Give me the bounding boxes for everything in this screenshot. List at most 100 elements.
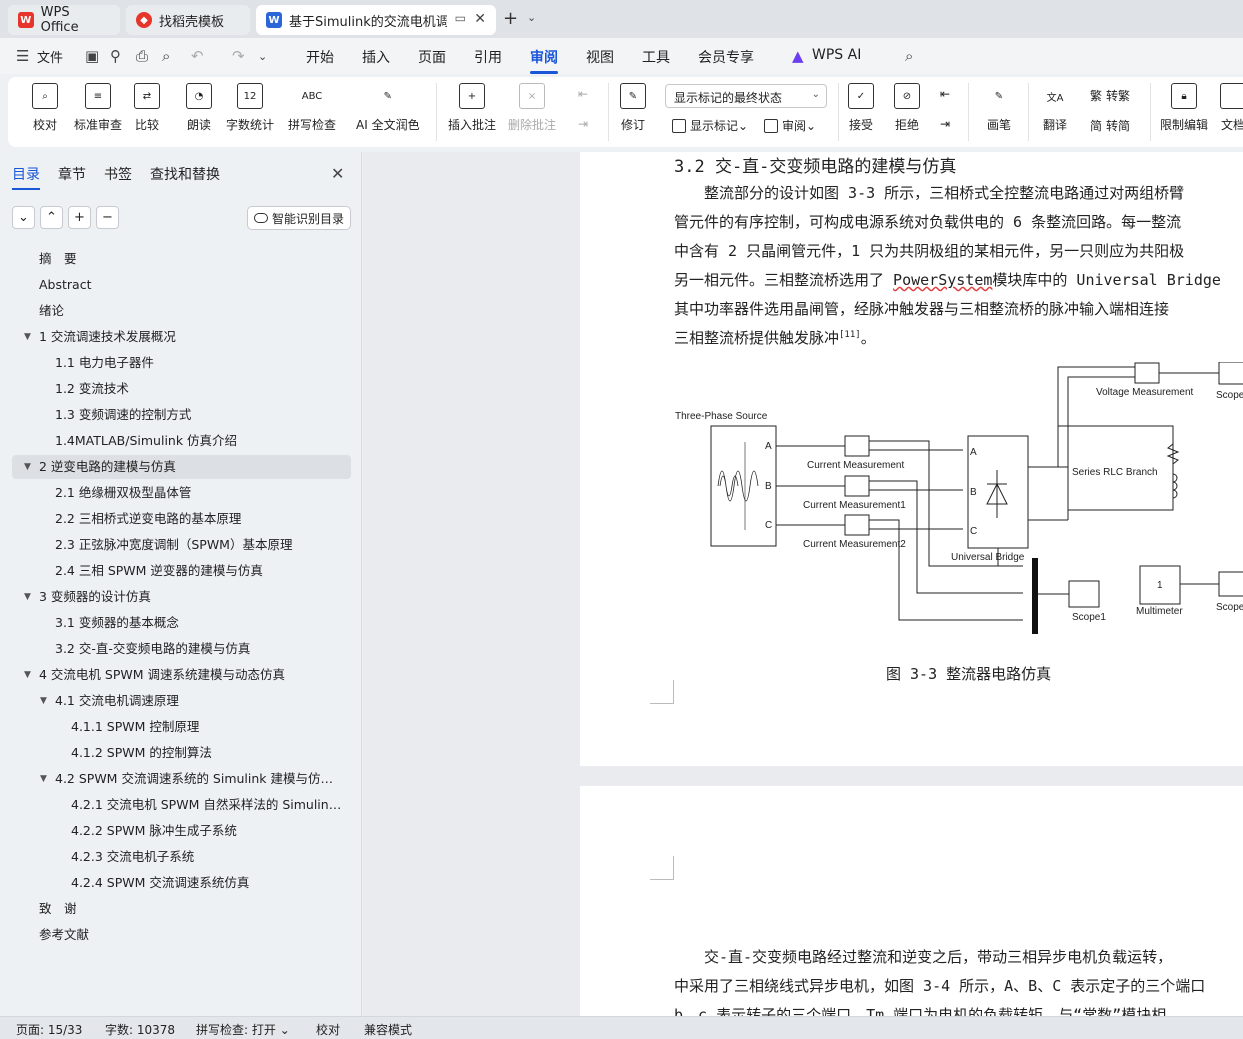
ai-polish-button[interactable]: ✎ AI 全文润色: [356, 83, 420, 133]
next-change-icon[interactable]: ⇥: [940, 117, 950, 131]
toc-item[interactable]: 1.2 变流技术: [55, 377, 345, 401]
standard-review-button[interactable]: ≡ 标准审查: [74, 83, 122, 133]
nav-tab-sections[interactable]: 章节: [58, 164, 86, 184]
expand-triangle-icon[interactable]: ▼: [24, 585, 31, 609]
collapse-down-icon[interactable]: ⌄: [12, 206, 35, 229]
compare-button[interactable]: ⇄ 比较: [134, 83, 160, 133]
word-count-indicator[interactable]: 字数: 10378: [105, 1021, 175, 1038]
word-count-button[interactable]: 12 字数统计: [226, 83, 274, 133]
menu-item-reference[interactable]: 引用: [474, 47, 502, 67]
reject-button[interactable]: ⊘ 拒绝: [894, 83, 920, 133]
to-traditional-button[interactable]: 繁 转繁: [1090, 87, 1130, 104]
toc-item[interactable]: 1 交流调速技术发展概况: [39, 325, 345, 349]
show-markup-button[interactable]: 显示标记 ⌄: [672, 117, 748, 134]
scope-block[interactable]: [1218, 571, 1243, 597]
toc-item[interactable]: 1.1 电力电子器件: [55, 351, 345, 375]
print-icon[interactable]: ⎙: [136, 47, 148, 65]
toc-item[interactable]: 2.4 三相 SPWM 逆变器的建模与仿真: [55, 559, 345, 583]
tab-document[interactable]: W 基于Simulink的交流电机调速 ▭ ✕: [256, 5, 496, 35]
current-measurement-block[interactable]: [844, 514, 870, 536]
tab-docer[interactable]: ◆ 找稻壳模板: [126, 5, 250, 35]
voltage-measurement-block[interactable]: [1134, 362, 1160, 384]
new-tab-icon[interactable]: +: [503, 8, 518, 29]
toc-item[interactable]: 4.2 SPWM 交流调速系统的 Simulink 建模与仿真分 ...: [55, 767, 345, 791]
menu-item-member[interactable]: 会员专享: [698, 47, 754, 67]
toc-item[interactable]: 4.1.2 SPWM 的控制算法: [71, 741, 345, 765]
toc-item[interactable]: 致 谢: [39, 897, 345, 921]
save-icon[interactable]: ▣: [85, 47, 99, 65]
toc-item[interactable]: 3 变频器的设计仿真: [39, 585, 345, 609]
toc-item[interactable]: 4.2.3 交流电机子系统: [71, 845, 345, 869]
share-icon[interactable]: ⚲: [110, 47, 121, 65]
toc-item[interactable]: 2.2 三相桥式逆变电路的基本原理: [55, 507, 345, 531]
collapse-up-icon[interactable]: ⌃: [40, 206, 63, 229]
misspelled-word[interactable]: PowerSystem: [893, 271, 992, 289]
restrict-edit-button[interactable]: 🔒︎ 限制编辑: [1160, 83, 1208, 133]
scope-block[interactable]: [1218, 362, 1243, 385]
spell-check-button[interactable]: ABC 拼写检查: [288, 83, 336, 133]
nav-tab-find-replace[interactable]: 查找和替换: [150, 164, 220, 184]
toc-item[interactable]: 3.2 交-直-交变频电路的建模与仿真: [55, 637, 345, 661]
close-tab-icon[interactable]: ✕: [474, 11, 486, 27]
expand-triangle-icon[interactable]: ▼: [24, 325, 31, 349]
toc-item[interactable]: 4.2.2 SPWM 脉冲生成子系统: [71, 819, 345, 843]
toc-item[interactable]: 4.1 交流电机调速原理: [55, 689, 345, 713]
menu-item-view[interactable]: 视图: [586, 47, 614, 67]
spell-check-indicator[interactable]: 拼写检查: 打开 ⌄: [196, 1021, 290, 1038]
hamburger-icon[interactable]: ☰: [16, 47, 29, 65]
more-icon[interactable]: ⌄: [258, 50, 267, 63]
review-pane-button[interactable]: 审阅 ⌄: [764, 117, 816, 134]
nav-tab-toc[interactable]: 目录: [12, 164, 40, 190]
menu-item-insert[interactable]: 插入: [362, 47, 390, 67]
track-changes-button[interactable]: ✎ 修订: [620, 83, 646, 133]
toc-item[interactable]: Abstract: [39, 273, 345, 297]
nav-tab-bookmarks[interactable]: 书签: [104, 164, 132, 184]
menu-file[interactable]: 文件: [37, 47, 63, 66]
next-comment-icon[interactable]: ⇥: [578, 117, 588, 131]
toc-item[interactable]: 1.4MATLAB/Simulink 仿真介绍: [55, 429, 345, 453]
prev-change-icon[interactable]: ⇤: [940, 87, 950, 101]
delete-comment-button[interactable]: × 删除批注: [508, 83, 556, 133]
doc-rights-button[interactable]: 文档: [1220, 83, 1243, 133]
expand-triangle-icon[interactable]: ▼: [24, 663, 31, 687]
remove-heading-icon[interactable]: −: [96, 206, 119, 229]
toc-item[interactable]: 参考文献: [39, 923, 345, 947]
undo-icon[interactable]: ↶: [191, 47, 204, 65]
toc-item[interactable]: 2.3 正弦脉冲宽度调制（SPWM）基本原理: [55, 533, 345, 557]
toc-item[interactable]: 摘 要: [39, 247, 345, 271]
toc-item[interactable]: 4.2.4 SPWM 交流调速系统仿真: [71, 871, 345, 895]
read-aloud-button[interactable]: ◔ 朗读: [186, 83, 212, 133]
toc-item[interactable]: 1.3 变频调速的控制方式: [55, 403, 345, 427]
menu-item-page[interactable]: 页面: [418, 47, 446, 67]
citation-ref[interactable]: [11]: [839, 330, 861, 340]
accept-button[interactable]: ✓ 接受: [848, 83, 874, 133]
chevron-down-icon[interactable]: ⌄: [527, 11, 536, 24]
close-icon[interactable]: ✕: [331, 164, 344, 183]
current-measurement-block[interactable]: [844, 475, 870, 497]
menu-item-home[interactable]: 开始: [306, 47, 334, 67]
toc-item[interactable]: 绪论: [39, 299, 345, 323]
add-heading-icon[interactable]: +: [68, 206, 91, 229]
print-preview-icon[interactable]: ⌕: [162, 47, 170, 65]
expand-triangle-icon[interactable]: ▼: [24, 455, 31, 479]
expand-triangle-icon[interactable]: ▼: [40, 767, 47, 791]
redo-icon[interactable]: ↷: [232, 47, 245, 65]
smart-toc-button[interactable]: 智能识别目录: [247, 206, 351, 230]
toc-item[interactable]: 2 逆变电路的建模与仿真: [39, 455, 345, 479]
mux-block[interactable]: [1032, 558, 1038, 634]
menu-item-tools[interactable]: 工具: [642, 47, 670, 67]
tab-wps-office[interactable]: W WPS Office: [8, 5, 120, 35]
search-icon[interactable]: ⌕: [905, 47, 913, 65]
menu-item-wps-ai[interactable]: WPS AI: [812, 47, 861, 63]
markup-state-select[interactable]: 显示标记的最终状态 ⌄: [665, 84, 827, 108]
current-measurement-block[interactable]: [844, 435, 870, 457]
insert-comment-button[interactable]: + 插入批注: [448, 83, 496, 133]
prev-comment-icon[interactable]: ⇤: [578, 87, 588, 101]
expand-triangle-icon[interactable]: ▼: [40, 689, 47, 713]
menu-item-review[interactable]: 审阅: [530, 47, 558, 74]
translate-button[interactable]: 文A 翻译: [1042, 83, 1068, 133]
toc-item[interactable]: 4.2.1 交流电机 SPWM 自然采样法的 Simulink ...: [71, 793, 345, 817]
pen-button[interactable]: ✎ 画笔: [986, 83, 1012, 133]
toc-item[interactable]: 4 交流电机 SPWM 调速系统建模与动态仿真: [39, 663, 345, 687]
toc-item[interactable]: 2.1 绝缘栅双极型晶体管: [55, 481, 345, 505]
